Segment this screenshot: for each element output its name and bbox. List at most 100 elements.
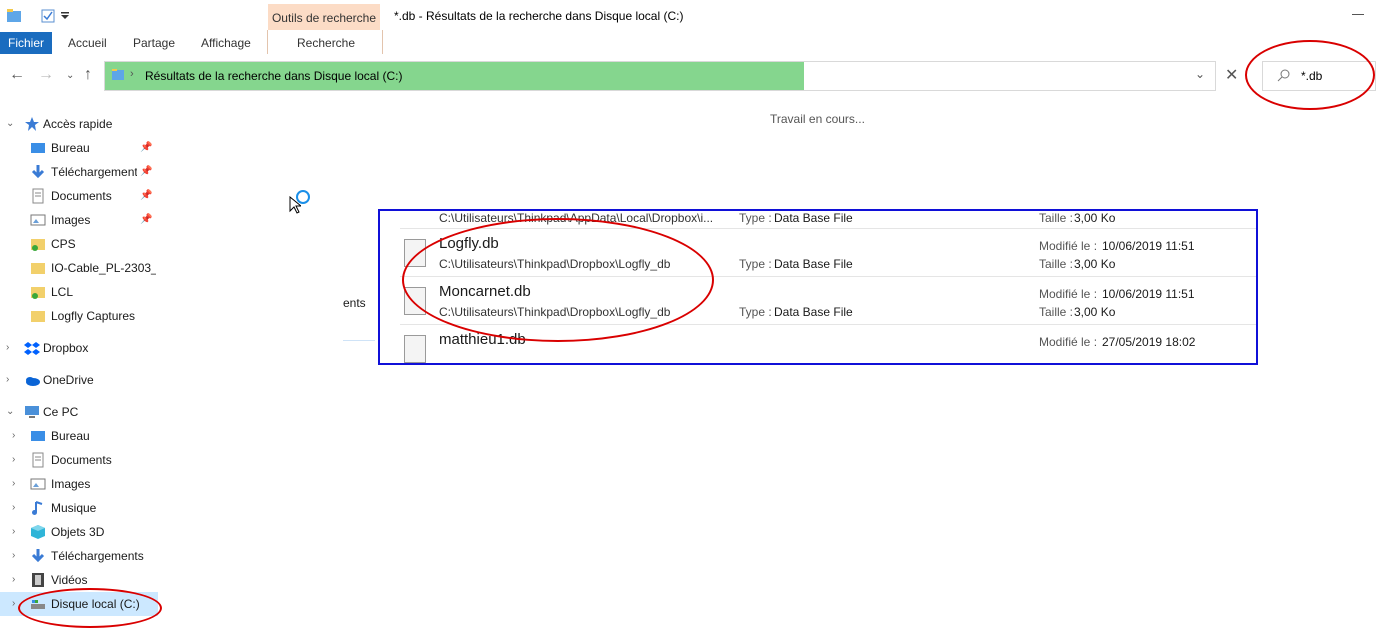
sidebar-item-telechargements[interactable]: Téléchargements	[51, 160, 137, 184]
tab-share[interactable]: Partage	[133, 32, 175, 54]
up-arrow-icon[interactable]: ↑	[84, 66, 92, 84]
desktop-icon	[30, 140, 46, 156]
file-modified: 10/06/2019 11:51	[1102, 239, 1195, 253]
back-arrow-icon[interactable]: ←	[9, 66, 25, 84]
music-icon	[30, 500, 46, 516]
status-text: Travail en cours...	[770, 112, 865, 126]
documents-icon	[30, 452, 46, 468]
file-type: Data Base File	[774, 257, 853, 271]
sidebar-item-bureau[interactable]: Bureau	[51, 136, 90, 160]
file-modified: 27/05/2019 18:02	[1102, 335, 1196, 349]
expand-chevron-icon[interactable]: ⌄	[6, 406, 14, 417]
red-annotation-circle	[402, 218, 714, 342]
ribbon-tabs: Fichier Accueil Partage Affichage Recher…	[0, 30, 1380, 54]
expand-chevron-icon[interactable]: ⌄	[6, 118, 14, 129]
sidebar-item-pc-images[interactable]: Images	[51, 472, 90, 496]
sidebar-item-images[interactable]: Images	[51, 208, 90, 232]
customize-toolbar-icon[interactable]	[60, 10, 70, 24]
divider	[343, 340, 375, 341]
file-size: 3,00 Ko	[1074, 211, 1116, 225]
properties-icon[interactable]	[40, 8, 56, 27]
pin-icon[interactable]: 📌	[140, 214, 152, 225]
onedrive-icon	[24, 372, 40, 388]
tab-home[interactable]: Accueil	[68, 32, 107, 54]
address-path: Résultats de la recherche dans Disque lo…	[145, 69, 403, 83]
database-file-icon	[404, 335, 426, 363]
partial-text: ents	[343, 296, 366, 310]
downloads-icon	[30, 164, 46, 180]
folder-icon	[30, 308, 46, 324]
sidebar-item-objets-3d[interactable]: Objets 3D	[51, 520, 104, 544]
red-annotation-circle	[1245, 40, 1375, 110]
folder-synced-icon	[30, 236, 46, 252]
window-title: *.db - Résultats de la recherche dans Di…	[394, 9, 684, 23]
size-label: Taille :	[1039, 211, 1074, 225]
expand-chevron-icon[interactable]: ›	[12, 502, 15, 513]
size-label: Taille :	[1039, 305, 1074, 319]
folder-icon	[30, 260, 46, 276]
images-icon	[30, 476, 46, 492]
sidebar-item-lcl[interactable]: LCL	[51, 280, 73, 304]
sidebar-item-logfly-captures[interactable]: Logfly Captures	[51, 304, 135, 328]
address-dropdown-chevron-icon[interactable]: ⌄	[1195, 67, 1205, 81]
film-icon	[30, 572, 46, 588]
dropbox-icon	[24, 340, 40, 356]
modified-label: Modifié le :	[1039, 239, 1098, 253]
computer-icon	[24, 404, 40, 420]
expand-chevron-icon[interactable]: ›	[6, 342, 9, 353]
address-bar[interactable]: › Résultats de la recherche dans Disque …	[104, 61, 1216, 91]
expand-chevron-icon[interactable]: ›	[6, 374, 9, 385]
forward-arrow-icon[interactable]: →	[38, 66, 54, 84]
sidebar-item-ce-pc[interactable]: Ce PC	[43, 400, 78, 424]
search-folder-icon	[111, 68, 125, 85]
folder-icon	[6, 8, 22, 27]
sidebar-item-musique[interactable]: Musique	[51, 496, 96, 520]
recent-locations-chevron-icon[interactable]: ⌄	[66, 70, 74, 81]
modified-label: Modifié le :	[1039, 335, 1098, 349]
title-bar: Outils de recherche *.db - Résultats de …	[0, 0, 1380, 32]
pin-icon[interactable]: 📌	[140, 166, 152, 177]
expand-chevron-icon[interactable]: ›	[12, 574, 15, 585]
expand-chevron-icon[interactable]: ›	[12, 454, 15, 465]
ribbon-context-tab[interactable]: Outils de recherche	[268, 4, 380, 30]
modified-label: Modifié le :	[1039, 287, 1098, 301]
file-type: Data Base File	[774, 211, 853, 225]
type-label: Type :	[739, 305, 772, 319]
file-modified: 10/06/2019 11:51	[1102, 287, 1195, 301]
sidebar-item-cps[interactable]: CPS	[51, 232, 76, 256]
pin-icon[interactable]: 📌	[140, 190, 152, 201]
minimize-button[interactable]	[1352, 14, 1364, 15]
sidebar-item-pc-telechargements[interactable]: Téléchargements	[51, 544, 144, 568]
star-icon	[24, 116, 40, 132]
expand-chevron-icon[interactable]: ›	[12, 526, 15, 537]
expand-chevron-icon[interactable]: ›	[12, 598, 15, 609]
desktop-icon	[30, 428, 46, 444]
sidebar-item-pc-bureau[interactable]: Bureau	[51, 424, 90, 448]
type-label: Type :	[739, 211, 772, 225]
tab-search[interactable]: Recherche	[297, 32, 355, 54]
tab-view[interactable]: Affichage	[201, 32, 251, 54]
file-type: Data Base File	[774, 305, 853, 319]
cube-3d-icon	[30, 524, 46, 540]
file-size: 3,00 Ko	[1074, 257, 1116, 271]
clear-search-icon[interactable]: ✕	[1225, 65, 1238, 85]
expand-chevron-icon[interactable]: ›	[12, 478, 15, 489]
tab-file[interactable]: Fichier	[0, 32, 52, 54]
mouse-cursor-icon	[289, 195, 303, 217]
sidebar-item-io-cable[interactable]: IO-Cable_PL-2303_D	[51, 256, 156, 280]
expand-chevron-icon[interactable]: ›	[12, 430, 15, 441]
sidebar-item-quick-access[interactable]: Accès rapide	[43, 112, 112, 136]
documents-icon	[30, 188, 46, 204]
pin-icon[interactable]: 📌	[140, 142, 152, 153]
navigation-pane: ⌄ Accès rapide Bureau 📌 Téléchargements …	[0, 112, 162, 628]
sidebar-item-pc-documents[interactable]: Documents	[51, 448, 112, 472]
sidebar-item-dropbox[interactable]: Dropbox	[43, 336, 88, 360]
sidebar-item-documents[interactable]: Documents	[51, 184, 112, 208]
sidebar-item-onedrive[interactable]: OneDrive	[43, 368, 94, 392]
downloads-icon	[30, 548, 46, 564]
expand-chevron-icon[interactable]: ›	[12, 550, 15, 561]
breadcrumb-chevron-icon[interactable]: ›	[130, 68, 134, 80]
address-row: ← → ⌄ ↑ › Résultats de la recherche dans…	[0, 40, 1380, 110]
red-annotation-circle	[18, 588, 162, 628]
size-label: Taille :	[1039, 257, 1074, 271]
